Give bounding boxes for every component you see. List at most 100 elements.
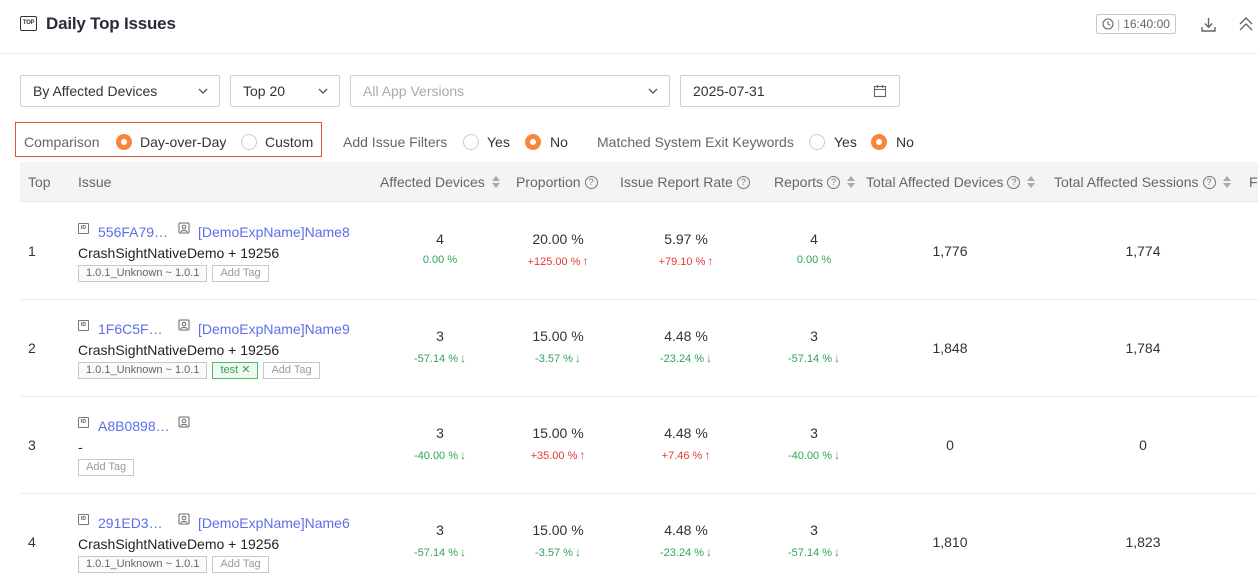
- id-icon: ID: [78, 514, 89, 525]
- table-row[interactable]: 4 ID 291ED3… [DemoExpName]Name6 CrashSightNa…: [20, 494, 1258, 588]
- version-tag: 1.0.1_Unknown ~ 1.0.1: [78, 362, 208, 379]
- experiment-icon: [178, 513, 190, 525]
- radio-custom[interactable]: Custom: [241, 133, 313, 151]
- issue-id-link[interactable]: 1F6C5F…: [98, 321, 163, 337]
- radio-matched-yes[interactable]: Yes: [809, 133, 857, 151]
- proportion-cell: 15.00 % -3.57 % ↓: [498, 522, 618, 559]
- rank-cell: 1: [28, 243, 36, 259]
- help-icon[interactable]: ?: [1202, 175, 1216, 189]
- radio-add-filters-yes[interactable]: Yes: [463, 133, 510, 151]
- affected-devices-cell: 3 -57.14 % ↓: [380, 328, 500, 365]
- arrow-down-icon: ↓: [460, 545, 467, 559]
- radio-matched-no[interactable]: No: [871, 133, 914, 151]
- calendar-icon: [873, 85, 887, 98]
- total-affected-devices-cell: 1,810: [932, 534, 968, 550]
- delta-value: -3.57 % ↓: [535, 545, 581, 559]
- help-icon[interactable]: ?: [827, 175, 841, 189]
- radio-day-over-day[interactable]: Day-over-Day: [116, 133, 226, 151]
- top-n-select[interactable]: Top 20: [230, 75, 340, 107]
- arrow-down-icon: ↓: [706, 351, 713, 365]
- delta-value: 0.00 %: [422, 254, 458, 266]
- radio-unselected[interactable]: [463, 134, 479, 150]
- close-icon[interactable]: ✕: [241, 364, 250, 376]
- col-total-affected-devices[interactable]: Total Affected Devices?: [866, 174, 1036, 190]
- arrow-up-icon: ↑: [704, 448, 711, 462]
- chevron-down-icon: [198, 88, 208, 94]
- sort-icon[interactable]: [1222, 176, 1231, 188]
- help-icon[interactable]: ?: [1007, 175, 1021, 189]
- sort-icon[interactable]: [1027, 176, 1036, 188]
- reports-cell: 3 -57.14 % ↓: [754, 328, 874, 365]
- date-picker[interactable]: 2025-07-31: [680, 75, 900, 107]
- sort-icon[interactable]: [847, 176, 856, 188]
- table-row[interactable]: 2 ID 1F6C5F… [DemoExpName]Name9 CrashSightNa…: [20, 300, 1258, 397]
- arrow-up-icon: ↑: [579, 448, 586, 462]
- delta-value: -23.24 % ↓: [659, 545, 713, 559]
- add-tag-button[interactable]: Add Tag: [263, 362, 320, 379]
- experiment-icon: [178, 416, 190, 428]
- affected-devices-cell: 4 0.00 %: [380, 231, 500, 266]
- affected-devices-cell: 3 -40.00 % ↓: [380, 425, 500, 462]
- custom-tag[interactable]: test ✕: [212, 362, 259, 379]
- report-rate-cell: 4.48 % -23.24 % ↓: [626, 328, 746, 365]
- delta-value: -3.57 % ↓: [535, 351, 581, 365]
- col-total-affected-sessions[interactable]: Total Affected Sessions?: [1054, 174, 1231, 190]
- radio-selected[interactable]: [116, 134, 132, 150]
- radio-selected[interactable]: [525, 134, 541, 150]
- arrow-down-icon: ↓: [834, 448, 841, 462]
- tag-list: 1.0.1_Unknown ~ 1.0.1 Add Tag: [78, 556, 269, 573]
- total-affected-devices-cell: 1,776: [932, 243, 968, 259]
- radio-selected[interactable]: [871, 134, 887, 150]
- delta-value: -57.14 % ↓: [787, 545, 841, 559]
- issue-id-link[interactable]: 291ED3…: [98, 515, 163, 531]
- delta-value: +125.00 % ↑: [527, 254, 589, 268]
- col-reports[interactable]: Reports?: [774, 174, 856, 190]
- app-versions-select[interactable]: All App Versions: [350, 75, 670, 107]
- arrow-down-icon: ↓: [460, 448, 467, 462]
- tag-list: 1.0.1_Unknown ~ 1.0.1 test ✕ Add Tag: [78, 362, 320, 379]
- page-header: TOP Daily Top Issues | 16:40:00: [0, 0, 1258, 54]
- delta-value: 0.00 %: [796, 254, 832, 266]
- issue-id-link[interactable]: A8B0898…: [98, 418, 170, 434]
- help-icon[interactable]: ?: [584, 175, 598, 189]
- radio-unselected[interactable]: [809, 134, 825, 150]
- time-badge[interactable]: | 16:40:00: [1096, 14, 1176, 34]
- table-row[interactable]: 3 ID A8B0898… - Add Tag 3 -40.00 % ↓ 15.00 % +35.…: [20, 397, 1258, 494]
- table-row[interactable]: 1 ID 556FA79… [DemoExpName]Name8 CrashSightN…: [20, 203, 1258, 300]
- version-tag: 1.0.1_Unknown ~ 1.0.1: [78, 265, 208, 282]
- delta-value: -40.00 % ↓: [413, 448, 467, 462]
- add-tag-button[interactable]: Add Tag: [78, 459, 135, 476]
- sort-icon[interactable]: [491, 176, 500, 188]
- report-rate-cell: 4.48 % +7.46 % ↑: [626, 425, 746, 462]
- add-tag-button[interactable]: Add Tag: [212, 265, 269, 282]
- collapse-icon[interactable]: [1236, 14, 1256, 34]
- experiment-name-link[interactable]: [DemoExpName]Name9: [198, 321, 350, 337]
- delta-value: +79.10 % ↑: [658, 254, 714, 268]
- report-rate-cell: 4.48 % -23.24 % ↓: [626, 522, 746, 559]
- id-icon: ID: [78, 223, 89, 234]
- delta-value: +7.46 % ↑: [661, 448, 711, 462]
- radio-unselected[interactable]: [241, 134, 257, 150]
- experiment-name-link[interactable]: [DemoExpName]Name8: [198, 224, 350, 240]
- table-header: Top Issue Affected Devices Proportion? I…: [20, 162, 1258, 202]
- delta-value: +35.00 % ↑: [530, 448, 586, 462]
- arrow-down-icon: ↓: [834, 351, 841, 365]
- arrow-up-icon: ↑: [582, 254, 589, 268]
- issue-summary: CrashSightNativeDemo + 19256: [78, 245, 280, 261]
- experiment-name-link[interactable]: [DemoExpName]Name6: [198, 515, 350, 531]
- chevron-down-icon: [318, 88, 328, 94]
- sort-by-select[interactable]: By Affected Devices: [20, 75, 220, 107]
- col-proportion: Proportion?: [516, 174, 598, 190]
- tag-list: Add Tag: [78, 459, 135, 476]
- add-tag-button[interactable]: Add Tag: [212, 556, 269, 573]
- issue-summary: CrashSightNativeDemo + 19256: [78, 342, 280, 358]
- issue-id-link[interactable]: 556FA79…: [98, 224, 168, 240]
- radio-add-filters-no[interactable]: No: [525, 133, 568, 151]
- col-affected-devices[interactable]: Affected Devices: [380, 174, 500, 190]
- experiment-icon: [178, 222, 190, 234]
- proportion-cell: 15.00 % -3.57 % ↓: [498, 328, 618, 365]
- download-icon[interactable]: [1198, 14, 1218, 34]
- arrow-down-icon: ↓: [834, 545, 841, 559]
- matched-keywords-option-group: Matched System Exit Keywords: [597, 134, 794, 150]
- help-icon[interactable]: ?: [736, 175, 750, 189]
